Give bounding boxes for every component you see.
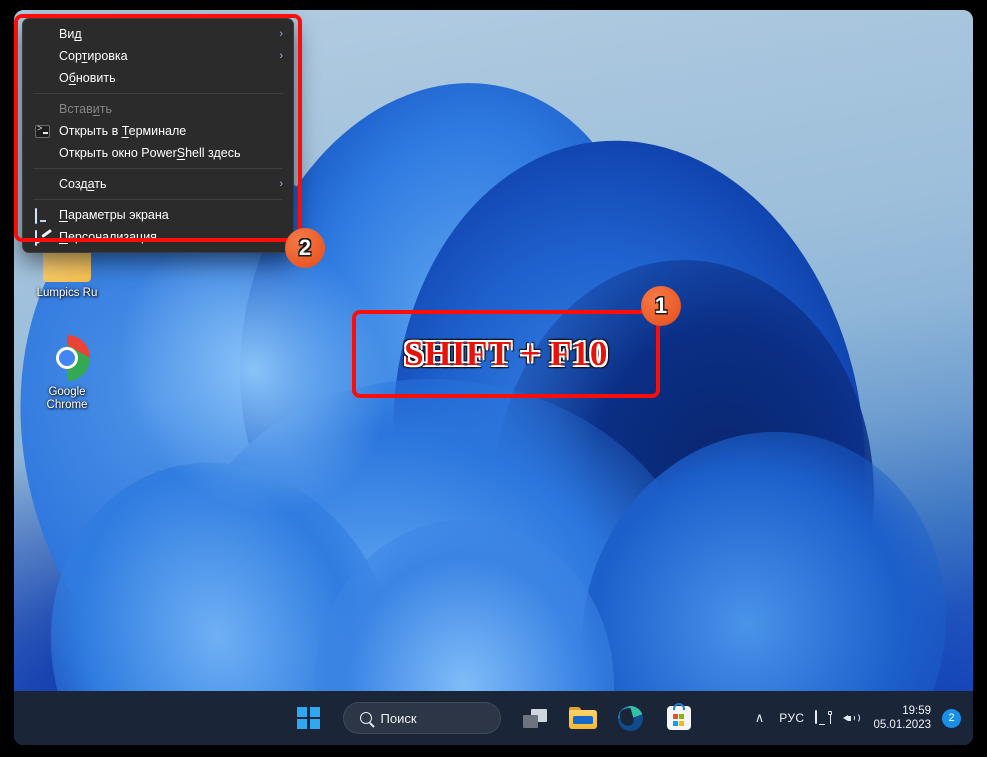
menu-item-open-in-terminal[interactable]: Открыть в Терминале bbox=[23, 120, 293, 142]
clock-date: 05.01.2023 bbox=[873, 719, 931, 731]
microsoft-store-button[interactable] bbox=[657, 697, 701, 739]
menu-item-view[interactable]: Вид › bbox=[23, 23, 293, 45]
notification-badge[interactable]: 2 bbox=[942, 708, 961, 728]
search-input[interactable]: Поиск bbox=[342, 702, 501, 734]
microsoft-edge-button[interactable] bbox=[609, 697, 653, 739]
search-icon bbox=[359, 712, 372, 724]
desktop-context-menu[interactable]: Вид › Сортировка › Обновить Вставить Отк… bbox=[22, 18, 294, 253]
clock-time: 19:59 bbox=[902, 705, 931, 717]
language-indicator[interactable]: РУС bbox=[779, 711, 804, 725]
task-view-button[interactable] bbox=[513, 697, 557, 739]
chevron-right-icon: › bbox=[279, 28, 283, 40]
menu-item-sort[interactable]: Сортировка › bbox=[23, 45, 293, 67]
monitor-icon bbox=[35, 207, 59, 224]
menu-item-refresh[interactable]: Обновить bbox=[23, 67, 293, 89]
desktop-icon-label-line1: Google bbox=[48, 386, 86, 398]
windows-logo-icon bbox=[297, 706, 320, 730]
menu-item-open-powershell-here[interactable]: Открыть окно PowerShell здесь bbox=[23, 142, 293, 164]
taskbar[interactable]: Поиск ∧ РУС 19:59 05.01.2023 2 bbox=[14, 691, 973, 745]
desktop-icon-label-line2: Chrome bbox=[46, 399, 88, 411]
menu-separator bbox=[33, 168, 283, 169]
annotation-badge-1: 1 bbox=[641, 286, 681, 326]
edge-icon bbox=[618, 705, 643, 731]
desktop-icon-google-chrome[interactable]: Google Chrome bbox=[24, 335, 110, 412]
chevron-right-icon: › bbox=[279, 178, 283, 190]
terminal-icon bbox=[35, 124, 59, 138]
chevron-up-icon[interactable]: ∧ bbox=[751, 710, 769, 726]
desktop-icon-label: Lumpics Ru bbox=[36, 287, 98, 299]
annotation-badge-2: 2 bbox=[285, 228, 325, 268]
volume-icon[interactable] bbox=[843, 711, 862, 725]
clock[interactable]: 19:59 05.01.2023 bbox=[873, 704, 931, 732]
file-explorer-button[interactable] bbox=[561, 697, 605, 739]
start-button[interactable] bbox=[287, 697, 331, 739]
chevron-right-icon: › bbox=[279, 50, 283, 62]
system-tray: ∧ РУС 19:59 05.01.2023 2 bbox=[751, 704, 961, 732]
menu-item-new[interactable]: Создать › bbox=[23, 173, 293, 195]
chrome-icon bbox=[44, 335, 90, 381]
network-icon[interactable] bbox=[815, 710, 833, 725]
menu-item-personalization[interactable]: Персонализация bbox=[23, 226, 293, 248]
screenshot-root: Lumpics Ru Google Chrome Поиск ∧ РУС 19:… bbox=[0, 0, 987, 757]
menu-item-paste: Вставить bbox=[59, 102, 112, 116]
menu-separator bbox=[33, 199, 283, 200]
personalize-icon bbox=[35, 228, 59, 246]
folder-icon bbox=[568, 707, 597, 729]
store-icon bbox=[666, 703, 691, 730]
menu-separator bbox=[33, 93, 283, 94]
menu-item-display-settings[interactable]: Параметры экрана bbox=[23, 204, 293, 226]
search-placeholder: Поиск bbox=[380, 710, 417, 726]
taskbar-center-group: Поиск bbox=[287, 697, 701, 739]
task-view-icon bbox=[522, 708, 547, 728]
